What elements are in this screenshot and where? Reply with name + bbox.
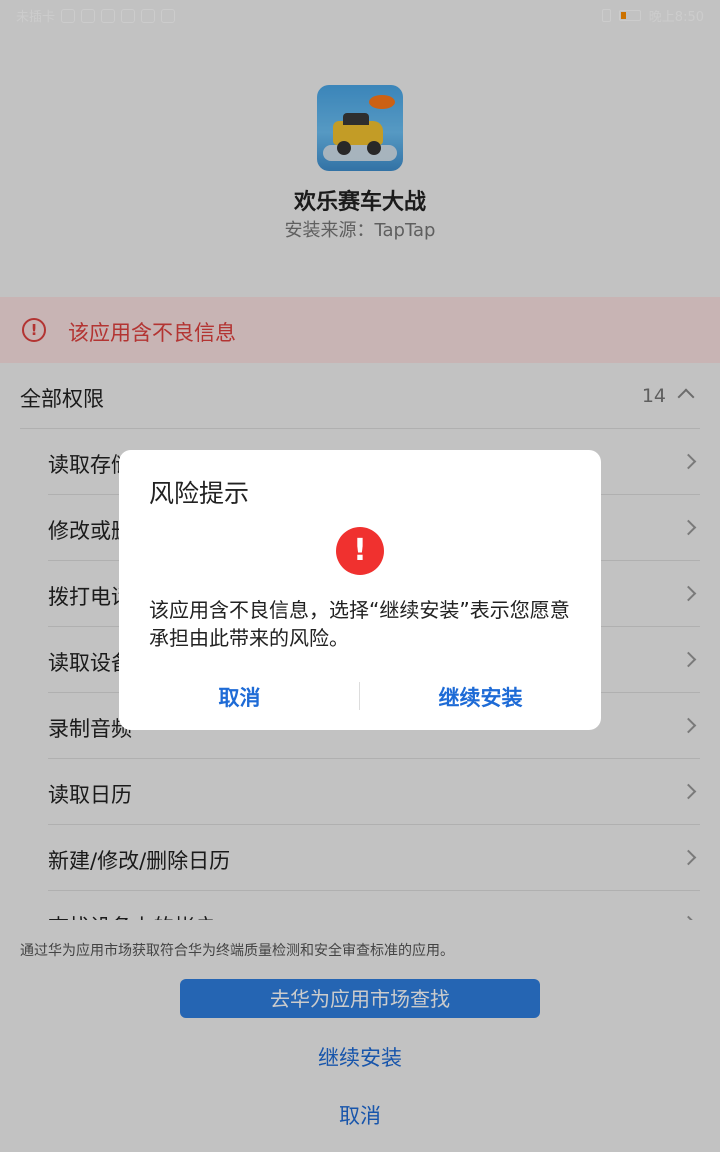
dialog-title: 风险提示 xyxy=(149,479,250,508)
dialog-cancel-button[interactable]: 取消 xyxy=(119,682,360,712)
risk-dialog: 风险提示 ! 该应用含不良信息，选择“继续安装”表示您愿意承担由此带来的风险。 … xyxy=(119,450,601,730)
alert-icon: ! xyxy=(336,527,384,575)
dialog-message: 该应用含不良信息，选择“继续安装”表示您愿意承担由此带来的风险。 xyxy=(149,598,570,650)
dialog-continue-button[interactable]: 继续安装 xyxy=(360,682,601,712)
